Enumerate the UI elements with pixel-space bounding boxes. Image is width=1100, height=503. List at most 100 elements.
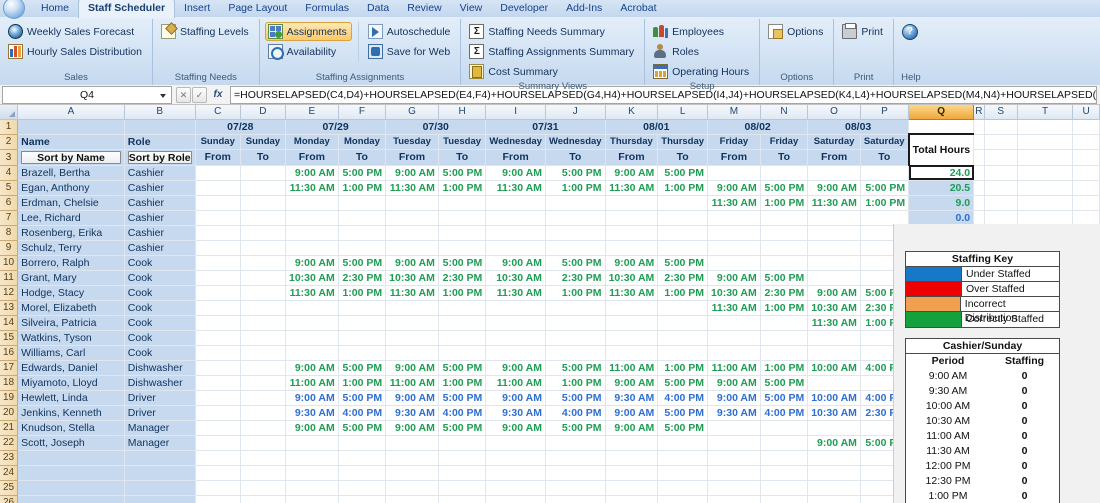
shift-time-cell[interactable]: [485, 480, 546, 496]
shift-time-cell[interactable]: 5:00 PM: [438, 255, 487, 271]
shift-time-cell[interactable]: [438, 315, 487, 331]
shift-time-cell[interactable]: [385, 465, 439, 481]
ribbon-button-hourly-sales-distribution[interactable]: Hourly Sales Distribution: [5, 42, 147, 61]
shift-time-cell[interactable]: 2:30 PM: [338, 270, 387, 286]
shift-time-cell[interactable]: [195, 270, 241, 286]
shift-time-cell[interactable]: [338, 330, 387, 346]
total-hours-cell[interactable]: 20.5: [908, 180, 975, 196]
shift-time-cell[interactable]: 5:00 PM: [438, 165, 487, 181]
shift-time-cell[interactable]: [285, 450, 339, 466]
shift-time-cell[interactable]: [545, 240, 606, 256]
shift-time-cell[interactable]: [657, 435, 709, 451]
shift-time-cell[interactable]: [338, 465, 387, 481]
shift-time-cell[interactable]: 9:30 AM: [605, 390, 659, 406]
empty-cell[interactable]: [984, 210, 1018, 226]
shift-time-cell[interactable]: [195, 225, 241, 241]
shift-time-cell[interactable]: [438, 465, 487, 481]
shift-time-cell[interactable]: 4:00 PM: [338, 405, 387, 421]
employee-name-cell[interactable]: Jenkins, Kenneth: [17, 405, 125, 421]
shift-time-cell[interactable]: [545, 345, 606, 361]
employee-name-cell[interactable]: Brazell, Bertha: [17, 165, 125, 181]
shift-time-cell[interactable]: 9:00 AM: [707, 180, 761, 196]
shift-time-cell[interactable]: 9:00 AM: [385, 390, 439, 406]
shift-time-cell[interactable]: [385, 225, 439, 241]
shift-time-cell[interactable]: 10:30 AM: [707, 285, 761, 301]
shift-time-cell[interactable]: [195, 165, 241, 181]
shift-time-cell[interactable]: [438, 435, 487, 451]
employee-name-cell[interactable]: Egan, Anthony: [17, 180, 125, 196]
shift-time-cell[interactable]: [338, 450, 387, 466]
employee-name-cell[interactable]: Morel, Elizabeth: [17, 300, 125, 316]
shift-time-cell[interactable]: [605, 210, 659, 226]
shift-time-cell[interactable]: [240, 465, 287, 481]
row-header-2[interactable]: 2: [0, 134, 19, 150]
column-header-P[interactable]: P: [860, 105, 910, 120]
employee-name-cell[interactable]: [17, 495, 125, 503]
shift-time-cell[interactable]: 1:00 PM: [545, 285, 606, 301]
name-box[interactable]: Q4: [2, 85, 172, 104]
empty-cell[interactable]: [1072, 119, 1100, 135]
shift-time-cell[interactable]: [338, 315, 387, 331]
shift-time-cell[interactable]: [195, 435, 241, 451]
ribbon-tab-developer[interactable]: Developer: [491, 0, 557, 17]
column-header-S[interactable]: S: [984, 105, 1018, 120]
shift-time-cell[interactable]: 9:00 AM: [807, 180, 861, 196]
shift-time-cell[interactable]: [545, 330, 606, 346]
shift-time-cell[interactable]: 4:00 PM: [545, 405, 606, 421]
row-header-14[interactable]: 14: [0, 315, 19, 331]
shift-time-cell[interactable]: 9:00 AM: [807, 435, 861, 451]
shift-time-cell[interactable]: 5:00 PM: [657, 165, 709, 181]
shift-time-cell[interactable]: [760, 240, 809, 256]
shift-time-cell[interactable]: [240, 405, 287, 421]
shift-time-cell[interactable]: [195, 195, 241, 211]
shift-time-cell[interactable]: 10:30 AM: [807, 405, 861, 421]
shift-time-cell[interactable]: [707, 450, 761, 466]
shift-time-cell[interactable]: 5:00 PM: [657, 255, 709, 271]
shift-time-cell[interactable]: [240, 360, 287, 376]
employee-role-cell[interactable]: Cook: [124, 255, 196, 271]
ribbon-button-availability[interactable]: Availability: [265, 42, 352, 61]
shift-time-cell[interactable]: [485, 495, 546, 503]
employee-name-cell[interactable]: Watkins, Tyson: [17, 330, 125, 346]
office-button-icon[interactable]: [3, 0, 25, 19]
empty-cell[interactable]: [973, 210, 985, 226]
row-header-16[interactable]: 16: [0, 345, 19, 361]
employee-role-cell[interactable]: Cook: [124, 315, 196, 331]
shift-time-cell[interactable]: [338, 240, 387, 256]
column-header-J[interactable]: J: [545, 105, 606, 120]
shift-time-cell[interactable]: [338, 210, 387, 226]
shift-time-cell[interactable]: [385, 495, 439, 503]
ribbon-button-options[interactable]: Options: [765, 22, 828, 41]
shift-time-cell[interactable]: 9:00 AM: [707, 390, 761, 406]
shift-time-cell[interactable]: [338, 300, 387, 316]
shift-time-cell[interactable]: [240, 225, 287, 241]
column-header-N[interactable]: N: [760, 105, 809, 120]
shift-time-cell[interactable]: 5:00 PM: [545, 420, 606, 436]
shift-time-cell[interactable]: [707, 225, 761, 241]
ribbon-button-roles[interactable]: Roles: [650, 42, 754, 61]
ribbon-tab-formulas[interactable]: Formulas: [296, 0, 358, 17]
shift-time-cell[interactable]: [485, 300, 546, 316]
employee-name-cell[interactable]: [17, 465, 125, 481]
shift-time-cell[interactable]: [285, 435, 339, 451]
shift-time-cell[interactable]: 11:30 AM: [807, 315, 861, 331]
shift-time-cell[interactable]: [707, 240, 761, 256]
employee-name-cell[interactable]: Silveira, Patricia: [17, 315, 125, 331]
shift-time-cell[interactable]: [285, 495, 339, 503]
employee-name-cell[interactable]: Scott, Joseph: [17, 435, 125, 451]
shift-time-cell[interactable]: [240, 450, 287, 466]
shift-time-cell[interactable]: 9:00 AM: [707, 270, 761, 286]
shift-time-cell[interactable]: [657, 315, 709, 331]
sort-by-name-button[interactable]: Sort by Name: [21, 150, 121, 164]
row-header-12[interactable]: 12: [0, 285, 19, 301]
shift-time-cell[interactable]: [240, 435, 287, 451]
empty-cell[interactable]: [1017, 119, 1074, 135]
shift-time-cell[interactable]: [240, 480, 287, 496]
shift-time-cell[interactable]: [438, 330, 487, 346]
shift-time-cell[interactable]: [385, 480, 439, 496]
employee-role-cell[interactable]: Cashier: [124, 210, 196, 226]
empty-cell[interactable]: [1072, 134, 1100, 150]
shift-time-cell[interactable]: 1:00 PM: [760, 360, 809, 376]
column-header-T[interactable]: T: [1017, 105, 1074, 120]
shift-time-cell[interactable]: [707, 330, 761, 346]
